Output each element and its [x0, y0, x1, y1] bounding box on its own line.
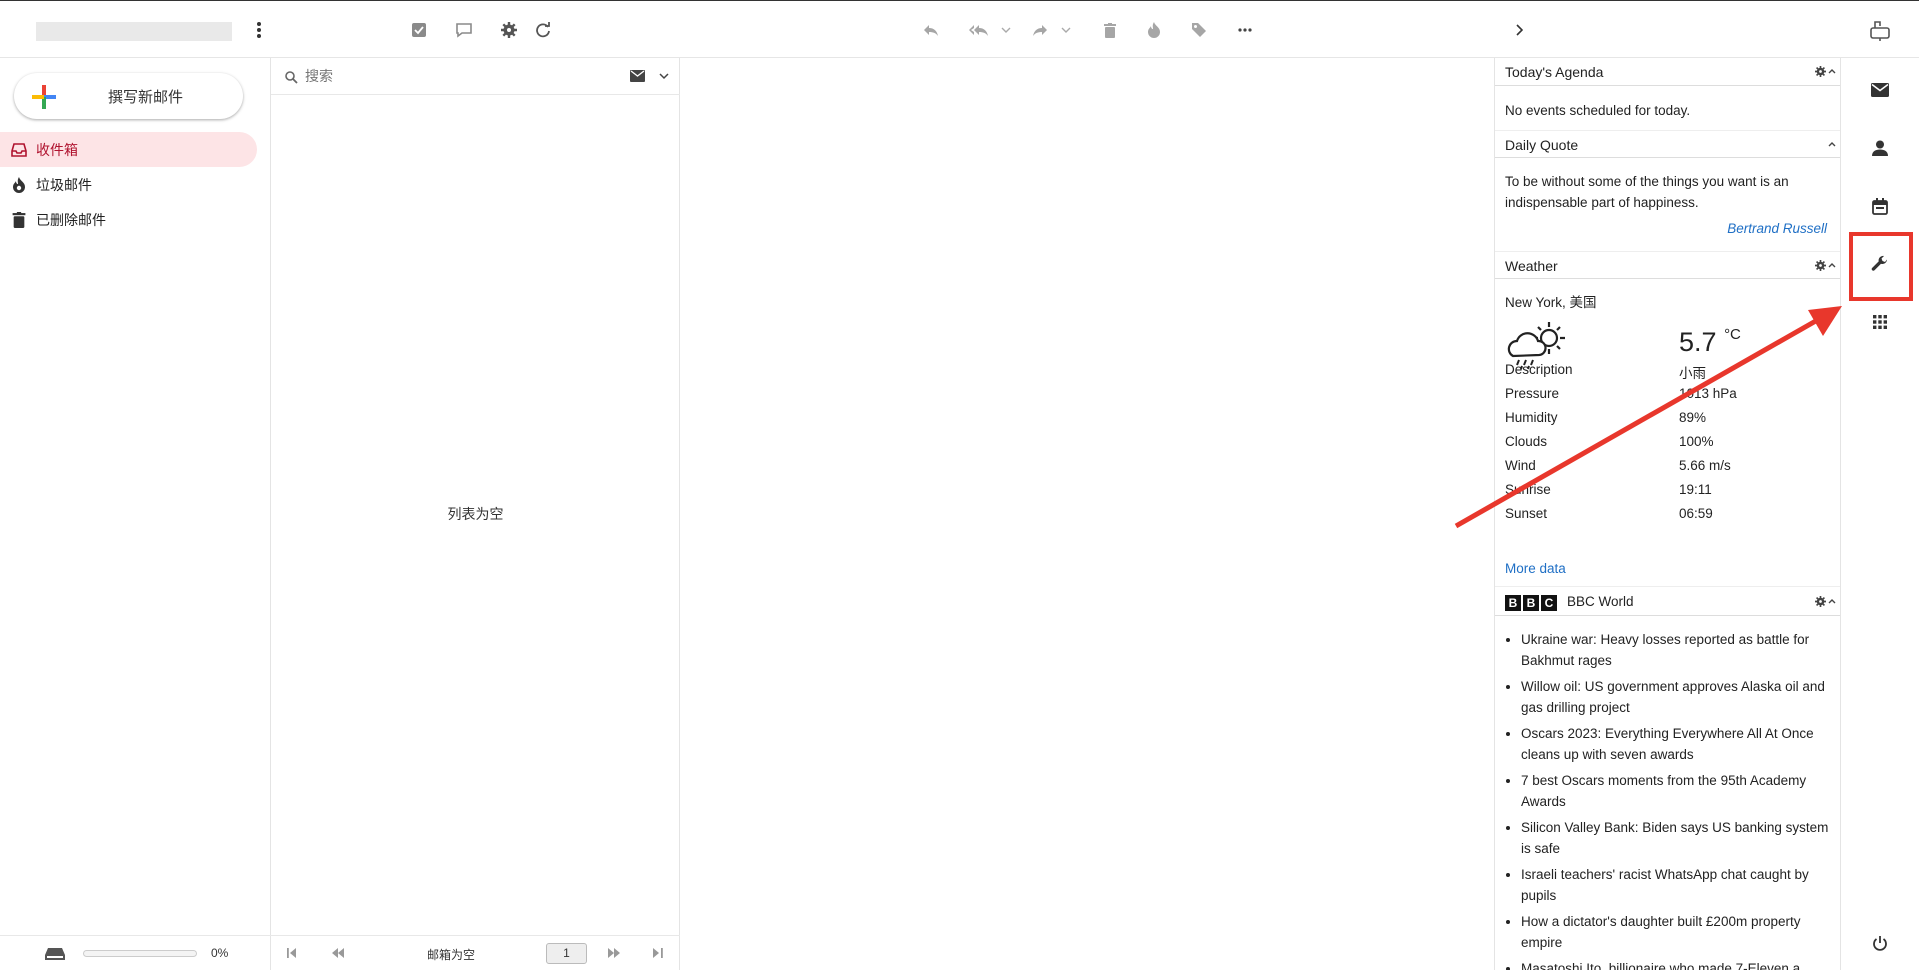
mail-envelope-icon[interactable]	[1867, 77, 1893, 103]
daily-quote-title: Daily Quote	[1505, 137, 1579, 153]
news-item[interactable]: How a dictator's daughter built £200m pr…	[1521, 911, 1830, 953]
bbc-logo-letter: B	[1505, 595, 1521, 611]
annotation-arrow	[1454, 306, 1842, 529]
storage-drive-icon	[45, 947, 65, 961]
logout-power-icon[interactable]	[1867, 930, 1893, 956]
previous-page-icon[interactable]	[332, 948, 344, 958]
settings-gear-icon[interactable]	[496, 17, 522, 43]
weather-collapse-chevron-icon[interactable]	[1828, 262, 1836, 268]
forward-dropdown-chevron-icon[interactable]	[1061, 25, 1071, 35]
weather-settings-gear-icon[interactable]	[1815, 260, 1826, 271]
reply-dropdown-chevron-icon[interactable]	[1001, 25, 1011, 35]
list-pager: 邮箱为空 1	[271, 935, 680, 970]
compose-button[interactable]: 撰写新邮件	[14, 73, 243, 119]
folder-spam[interactable]: 垃圾邮件	[0, 167, 257, 202]
search-input[interactable]	[305, 65, 575, 87]
reply-icon[interactable]	[918, 17, 944, 43]
account-name-placeholder	[36, 22, 232, 41]
select-checkbox-icon[interactable]	[406, 17, 432, 43]
weather-header: Weather	[1495, 251, 1840, 279]
news-item[interactable]: Oscars 2023: Everything Everywhere All A…	[1521, 723, 1830, 765]
search-bar	[271, 58, 680, 95]
tag-label-icon[interactable]	[1186, 17, 1212, 43]
news-item[interactable]: 7 best Oscars moments from the 95th Acad…	[1521, 770, 1830, 812]
mailbox-icon[interactable]	[1867, 17, 1893, 43]
trash-icon	[11, 212, 27, 228]
reply-all-icon[interactable]	[966, 17, 992, 43]
quota-percent: 0%	[211, 946, 229, 960]
flame-icon	[11, 177, 27, 193]
next-page-icon[interactable]	[608, 948, 620, 958]
weather-title: Weather	[1505, 258, 1558, 274]
empty-list-message: 列表为空	[447, 506, 504, 522]
news-item[interactable]: Masatoshi Ito, billionaire who made 7-El…	[1521, 958, 1830, 970]
inbox-icon	[11, 142, 27, 158]
spam-flame-icon[interactable]	[1141, 17, 1167, 43]
bbc-collapse-chevron-icon[interactable]	[1828, 598, 1836, 604]
news-item[interactable]: Silicon Valley Bank: Biden says US banki…	[1521, 817, 1830, 859]
expand-chevron-right-icon[interactable]	[1506, 17, 1532, 43]
message-list-panel: 列表为空 邮箱为空 1	[271, 58, 680, 970]
news-item[interactable]: Ukraine war: Heavy losses reported as ba…	[1521, 629, 1830, 671]
bbc-logo: B B C	[1505, 595, 1557, 611]
search-icon	[285, 71, 298, 84]
folder-label: 垃圾邮件	[36, 176, 92, 193]
daily-quote-text: To be without some of the things you wan…	[1505, 174, 1789, 210]
calendar-icon[interactable]	[1867, 193, 1893, 219]
news-item[interactable]: Willow oil: US government approves Alask…	[1521, 676, 1830, 718]
last-page-icon[interactable]	[653, 948, 663, 958]
delete-trash-icon[interactable]	[1097, 17, 1123, 43]
agenda-collapse-chevron-icon[interactable]	[1828, 68, 1836, 74]
agenda-settings-gear-icon[interactable]	[1815, 66, 1826, 77]
weather-more-data-link[interactable]: More data	[1505, 561, 1566, 576]
bbc-settings-gear-icon[interactable]	[1815, 596, 1826, 607]
bbc-logo-letter: B	[1523, 595, 1539, 611]
bbc-world-header: B B C BBC World	[1495, 586, 1840, 616]
daily-quote-author[interactable]: Bertrand Russell	[1505, 221, 1827, 236]
news-item[interactable]: Israeli teachers' racist WhatsApp chat c…	[1521, 864, 1830, 906]
refresh-icon[interactable]	[530, 17, 556, 43]
daily-quote-header: Daily Quote	[1495, 130, 1840, 158]
bbc-logo-letter: C	[1541, 595, 1557, 611]
apps-grid-icon[interactable]	[1867, 309, 1893, 335]
bbc-world-title: BBC World	[1567, 594, 1634, 609]
first-page-icon[interactable]	[287, 948, 297, 958]
compose-label: 撰写新邮件	[107, 88, 183, 106]
quota-progress-track	[83, 950, 197, 957]
top-toolbar	[0, 0, 1919, 58]
search-options-chevron-icon[interactable]	[659, 72, 669, 80]
pager-status: 邮箱为空	[427, 948, 476, 962]
folder-label: 已删除邮件	[36, 211, 106, 228]
contacts-person-icon[interactable]	[1867, 135, 1893, 161]
quota-bar: 0%	[0, 935, 271, 970]
folder-label: 收件箱	[36, 141, 78, 158]
more-vertical-icon[interactable]	[246, 17, 272, 43]
folder-inbox[interactable]: 收件箱	[0, 132, 257, 167]
forward-icon[interactable]	[1027, 17, 1053, 43]
today-agenda-header: Today's Agenda	[1495, 58, 1840, 86]
search-scope-envelope-icon[interactable]	[630, 70, 645, 82]
more-horizontal-icon[interactable]	[1232, 17, 1258, 43]
quote-collapse-chevron-icon[interactable]	[1828, 141, 1836, 147]
page-number-input[interactable]: 1	[546, 943, 587, 964]
thread-view-icon[interactable]	[451, 17, 477, 43]
today-agenda-text: No events scheduled for today.	[1505, 103, 1691, 118]
today-agenda-title: Today's Agenda	[1505, 64, 1604, 80]
folder-trash[interactable]: 已删除邮件	[0, 202, 257, 237]
bbc-news-list: Ukraine war: Heavy losses reported as ba…	[1505, 629, 1830, 970]
folder-sidebar: 撰写新邮件 收件箱 垃圾邮件 已删除邮件	[0, 58, 271, 970]
